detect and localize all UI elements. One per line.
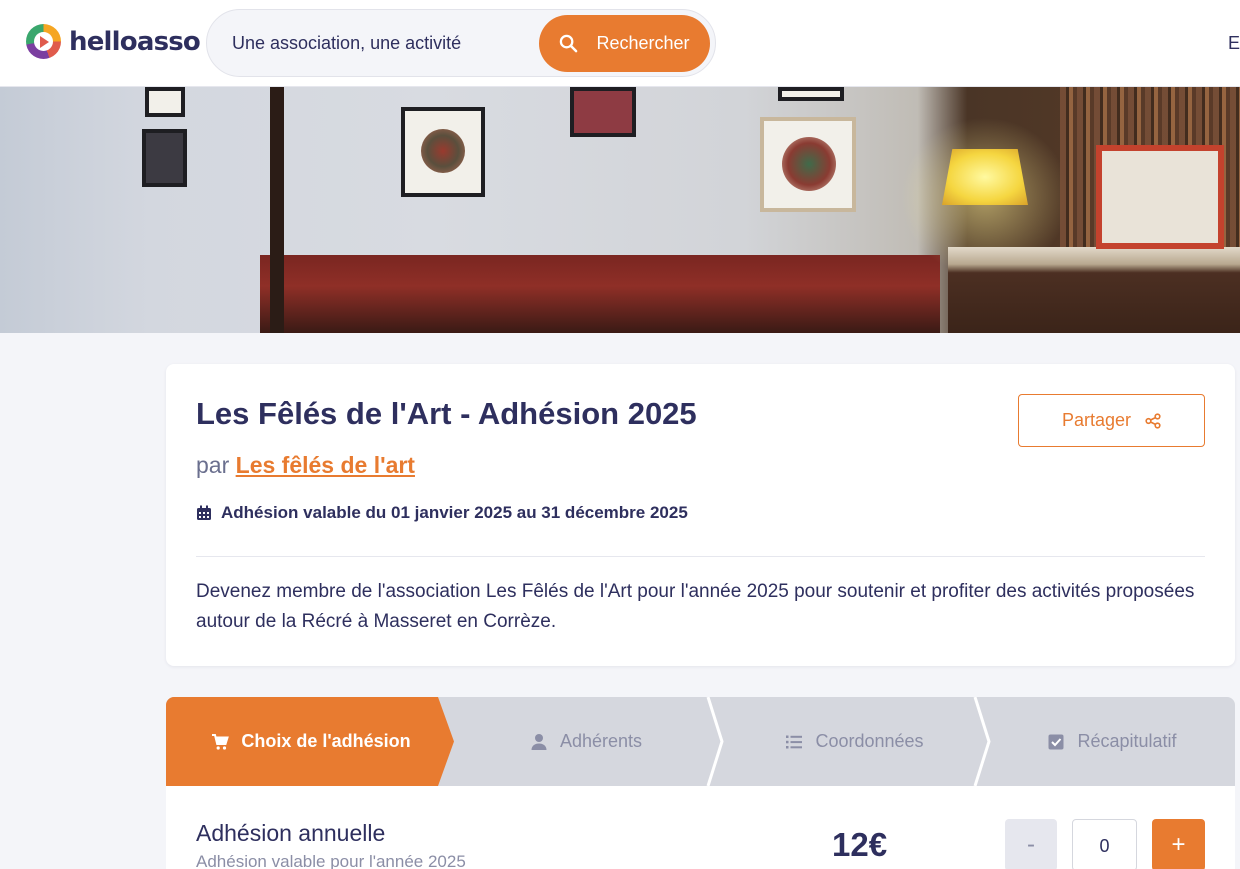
banner-frame [570, 87, 636, 137]
banner-frame [401, 107, 485, 197]
search-button[interactable]: Rechercher [539, 15, 710, 72]
logo-text: helloasso [69, 26, 201, 57]
share-icon [1145, 412, 1161, 429]
validity-text: Adhésion valable du 01 janvier 2025 au 3… [221, 503, 688, 522]
step-choix-adhesion[interactable]: Choix de l'adhésion [166, 697, 454, 786]
quantity-input[interactable]: 0 [1072, 819, 1137, 869]
check-square-icon [1048, 734, 1064, 749]
top-header: helloasso Une association, une activité … [0, 0, 1240, 87]
step-label: Adhérents [559, 731, 643, 751]
banner-wall [260, 255, 940, 333]
search-input[interactable]: Une association, une activité [232, 33, 461, 54]
logo-icon [26, 24, 61, 59]
list-icon [786, 735, 803, 748]
membership-option: Adhésion annuelle Adhésion valable pour … [166, 786, 1235, 869]
membership-price: 12€ [832, 826, 888, 863]
step-adherents[interactable]: Adhérents [456, 697, 716, 786]
helloasso-logo[interactable]: helloasso [26, 24, 201, 59]
banner-frame [142, 129, 187, 187]
step-label: Coordonnées [815, 731, 924, 751]
banner-bedpost [270, 87, 284, 333]
membership-name: Adhésion annuelle [196, 820, 386, 846]
calendar-icon [197, 505, 211, 520]
step-recapitulatif[interactable]: Récapitulatif [989, 697, 1235, 786]
checkout-stepper: Choix de l'adhésion Adhérents Coordonnée… [166, 697, 1235, 786]
quantity-decrease-button[interactable]: - [1005, 819, 1057, 869]
user-icon [531, 733, 547, 750]
validity-period: Adhésion valable du 01 janvier 2025 au 3… [196, 503, 688, 523]
byline-prefix: par [196, 452, 230, 478]
membership-subtitle: Adhésion valable pour l'année 2025 [196, 852, 466, 869]
search-bar: Une association, une activité Rechercher [206, 9, 716, 77]
header-menu-link[interactable]: E [1228, 33, 1240, 54]
banner-table [948, 247, 1240, 333]
banner-frame [778, 87, 844, 101]
search-button-label: Rechercher [596, 33, 690, 53]
banner-lamp [942, 149, 1028, 205]
step-coordonnees[interactable]: Coordonnées [722, 697, 987, 786]
card-divider [196, 556, 1205, 557]
quantity-increase-button[interactable]: + [1152, 819, 1205, 869]
campaign-info-card: Les Fêlés de l'Art - Adhésion 2025 par L… [166, 364, 1235, 666]
share-label: Partager [1061, 410, 1132, 430]
organization-link[interactable]: Les fêlés de l'art [236, 452, 415, 478]
campaign-banner-image [0, 87, 1240, 333]
step-label: Choix de l'adhésion [241, 731, 411, 751]
page-title: Les Fêlés de l'Art - Adhésion 2025 [196, 396, 697, 431]
search-icon [560, 34, 578, 53]
banner-red-frame [1096, 145, 1224, 249]
banner-frame [760, 117, 856, 212]
share-button[interactable]: Partager [1018, 394, 1205, 447]
step-label: Récapitulatif [1077, 731, 1177, 751]
banner-frame [145, 87, 185, 117]
organization-byline: par Les fêlés de l'art [196, 452, 415, 479]
campaign-description: Devenez membre de l'association Les Fêlé… [196, 581, 1195, 632]
cart-icon [212, 733, 230, 750]
